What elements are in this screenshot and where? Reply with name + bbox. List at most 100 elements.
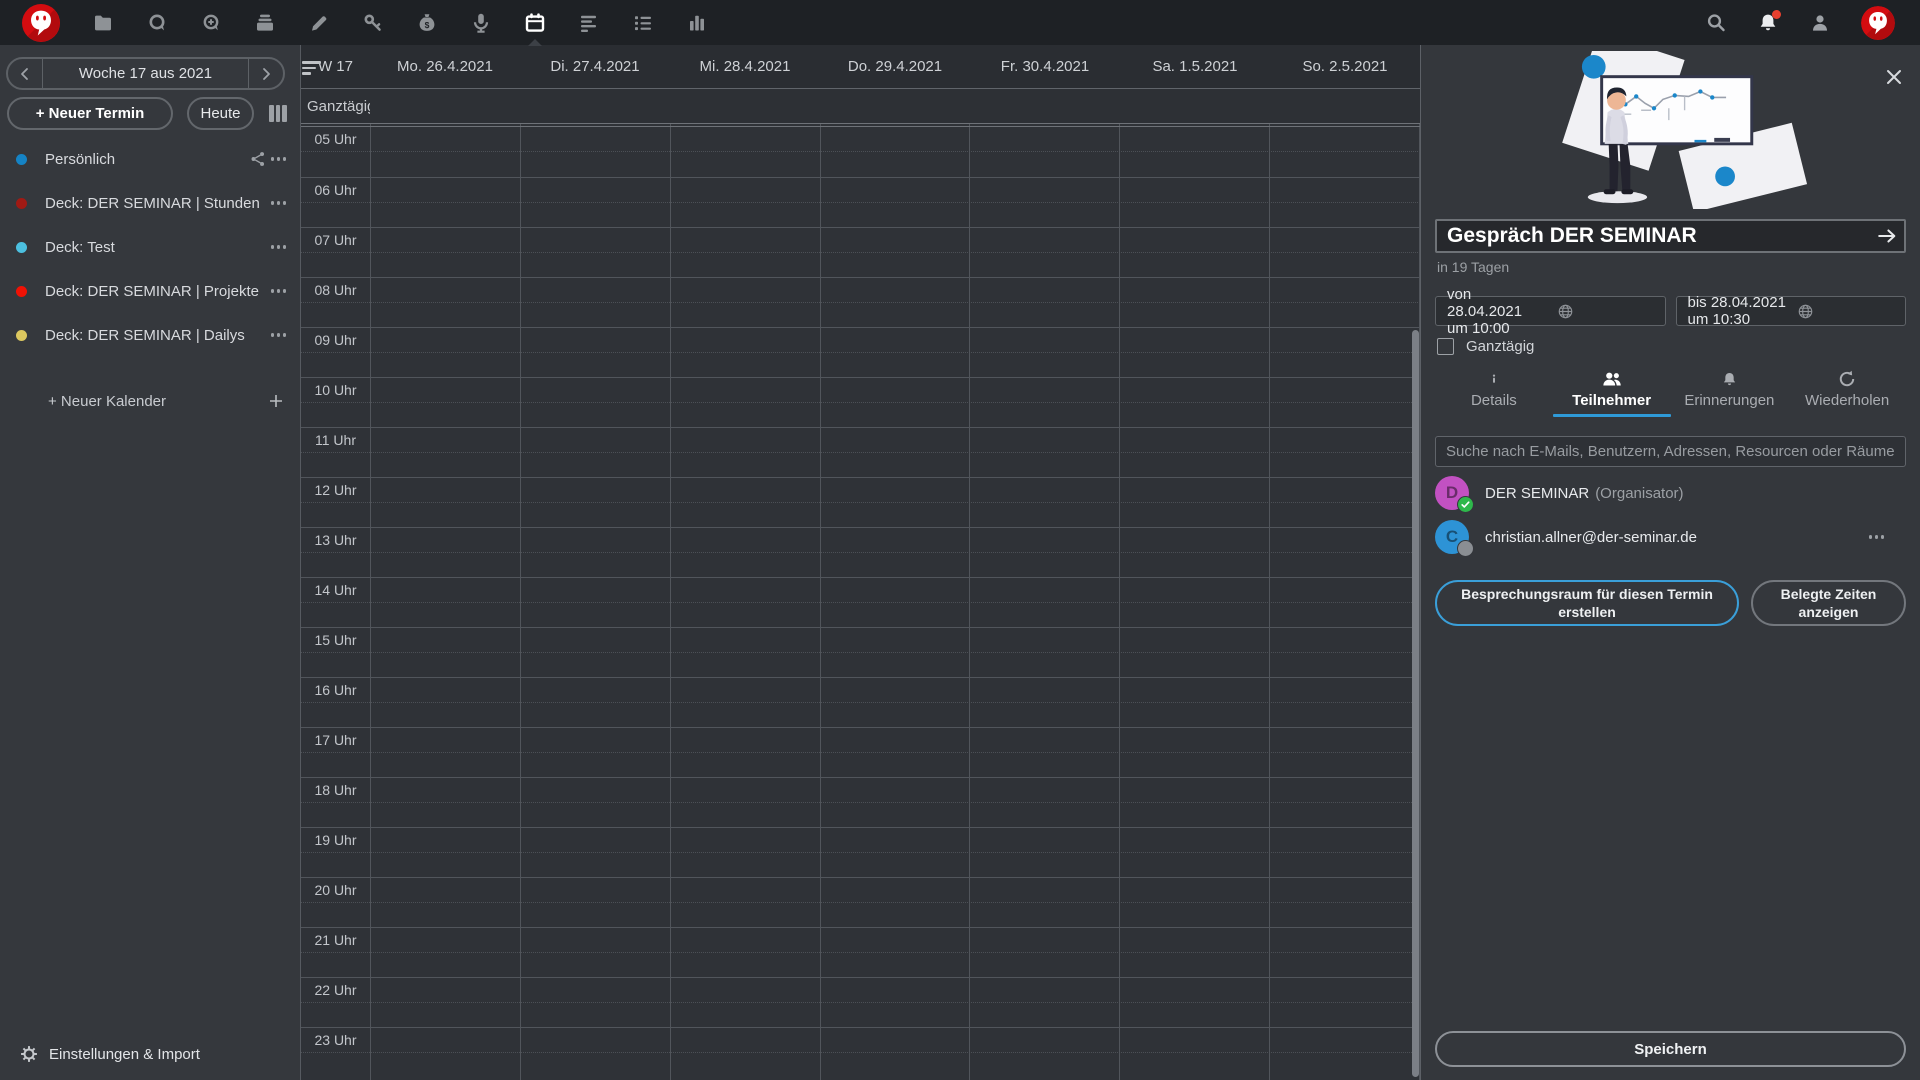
hour-row[interactable]: 05 Uhr xyxy=(301,127,1420,177)
week-view-icon[interactable] xyxy=(269,105,287,122)
tab-details[interactable]: Details xyxy=(1435,370,1553,417)
hour-row[interactable]: 22 Uhr xyxy=(301,977,1420,1027)
day-header[interactable]: Fr. 30.4.2021 xyxy=(970,45,1120,88)
hour-row[interactable]: 16 Uhr xyxy=(301,677,1420,727)
allday-cell[interactable] xyxy=(1270,89,1420,123)
hour-row[interactable]: 19 Uhr xyxy=(301,827,1420,877)
hour-row[interactable]: 15 Uhr xyxy=(301,627,1420,677)
hour-label: 12 Uhr xyxy=(314,482,357,498)
show-busy-times-button[interactable]: Belegte Zeiten anzeigen xyxy=(1751,580,1906,626)
calendar-header-row: W 17 Mo. 26.4.2021 Di. 27.4.2021 Mi. 28.4.… xyxy=(301,45,1420,89)
text-icon[interactable] xyxy=(578,12,600,34)
search-icon[interactable] xyxy=(1705,12,1727,34)
deck-icon[interactable] xyxy=(254,12,276,34)
calendar-menu-icon[interactable] xyxy=(270,289,286,293)
calendar-icon[interactable] xyxy=(524,12,546,46)
week-number-cell: W 17 xyxy=(301,45,370,88)
sidebar-resize-handle-icon[interactable] xyxy=(302,61,321,75)
event-title-input[interactable] xyxy=(1435,219,1906,253)
calendar-list-item[interactable]: Deck: DER SEMINAR | Projekte xyxy=(0,269,300,313)
allday-cell[interactable] xyxy=(970,89,1120,123)
today-button[interactable]: Heute xyxy=(187,97,254,130)
calendar-menu-icon[interactable] xyxy=(270,157,286,161)
attendee-search-row xyxy=(1435,436,1906,467)
microphone-icon[interactable] xyxy=(470,12,492,34)
talk-icon[interactable] xyxy=(146,12,168,34)
calendar-list-item[interactable]: Deck: Test xyxy=(0,225,300,269)
allday-cell[interactable] xyxy=(520,89,670,123)
attendee-search-input[interactable] xyxy=(1435,436,1906,467)
hour-row[interactable]: 06 Uhr xyxy=(301,177,1420,227)
tab-underline xyxy=(1435,414,1553,417)
hour-row[interactable]: 12 Uhr xyxy=(301,477,1420,527)
hour-grid[interactable]: 05 Uhr 06 Uhr 07 Uhr 08 Uhr 09 Uhr 10 Uhr 11 U… xyxy=(301,127,1420,1077)
nextcloud-logo[interactable] xyxy=(22,3,60,42)
day-header[interactable]: Di. 27.4.2021 xyxy=(520,45,670,88)
half-hour-line xyxy=(301,952,1420,953)
tab-erinnerungen[interactable]: Erinnerungen xyxy=(1671,370,1789,417)
hour-label: 09 Uhr xyxy=(314,332,357,348)
day-header[interactable]: So. 2.5.2021 xyxy=(1270,45,1420,88)
share-icon[interactable] xyxy=(245,150,271,168)
event-editor-panel: in 19 Tagen von 28.04.2021 um 10:00 bis … xyxy=(1420,45,1920,1080)
hour-row[interactable]: 21 Uhr xyxy=(301,927,1420,977)
end-date-button[interactable]: bis 28.04.2021 um 10:30 xyxy=(1675,294,1906,328)
next-week-button[interactable] xyxy=(249,59,283,88)
arrow-right-icon[interactable] xyxy=(1876,225,1898,247)
hour-row[interactable]: 14 Uhr xyxy=(301,577,1420,627)
user-avatar[interactable] xyxy=(1861,5,1895,40)
calendar-menu-icon[interactable] xyxy=(270,201,286,205)
start-date-button[interactable]: von 28.04.2021 um 10:00 xyxy=(1435,286,1666,337)
files-icon[interactable] xyxy=(92,12,114,34)
hour-row[interactable]: 11 Uhr xyxy=(301,427,1420,477)
key-icon[interactable] xyxy=(362,12,384,34)
save-button[interactable]: Speichern xyxy=(1435,1031,1906,1067)
money-bag-icon[interactable]: $ xyxy=(416,12,438,34)
hour-row[interactable]: 08 Uhr xyxy=(301,277,1420,327)
attendee-list: D DER SEMINAR (Organisator) Cchristian.alln… xyxy=(1435,471,1906,559)
hour-row[interactable]: 07 Uhr xyxy=(301,227,1420,277)
half-hour-line xyxy=(301,752,1420,753)
allday-row[interactable]: Ganztägig xyxy=(301,89,1420,123)
settings-import-button[interactable]: Einstellungen & Import xyxy=(0,1036,300,1072)
day-header[interactable]: Mi. 28.4.2021 xyxy=(670,45,820,88)
create-talk-room-button[interactable]: Besprechungsraum für diesen Termin erste… xyxy=(1435,580,1739,626)
day-header[interactable]: Do. 29.4.2021 xyxy=(820,45,970,88)
attendee-menu-icon[interactable] xyxy=(1868,535,1893,539)
hour-row[interactable]: 17 Uhr xyxy=(301,727,1420,777)
pencil-icon[interactable] xyxy=(308,12,330,34)
hour-row[interactable]: 23 Uhr xyxy=(301,1027,1420,1077)
hour-row[interactable]: 09 Uhr xyxy=(301,327,1420,377)
tasks-icon[interactable] xyxy=(632,12,654,34)
hour-label: 06 Uhr xyxy=(314,182,357,198)
allday-cell[interactable] xyxy=(670,89,820,123)
allday-cell[interactable] xyxy=(820,89,970,123)
day-header[interactable]: Sa. 1.5.2021 xyxy=(1120,45,1270,88)
allday-cell[interactable] xyxy=(1120,89,1270,123)
new-calendar-button[interactable]: + Neuer Kalender xyxy=(0,379,300,423)
grid-scrollbar[interactable] xyxy=(1412,330,1419,1077)
hour-row[interactable]: 10 Uhr xyxy=(301,377,1420,427)
day-header[interactable]: Mo. 26.4.2021 xyxy=(370,45,520,88)
analytics-icon[interactable] xyxy=(686,12,708,34)
hour-label: 10 Uhr xyxy=(314,382,357,398)
contacts-icon[interactable] xyxy=(1809,12,1831,34)
attendee-name: christian.allner@der-seminar.de xyxy=(1485,528,1697,546)
calendar-list-item[interactable]: Persönlich xyxy=(0,137,300,181)
hour-row[interactable]: 20 Uhr xyxy=(301,877,1420,927)
calendar-list-item[interactable]: Deck: DER SEMINAR | Stunden xyxy=(0,181,300,225)
calendar-menu-icon[interactable] xyxy=(270,333,286,337)
calendar-menu-icon[interactable] xyxy=(270,245,286,249)
week-number-label: W 17 xyxy=(317,58,353,75)
previous-week-button[interactable] xyxy=(8,59,42,88)
tab-wiederholen[interactable]: Wiederholen xyxy=(1788,370,1906,417)
calendar-list-item[interactable]: Deck: DER SEMINAR | Dailys xyxy=(0,313,300,357)
hour-row[interactable]: 18 Uhr xyxy=(301,777,1420,827)
hour-row[interactable]: 13 Uhr xyxy=(301,527,1420,577)
search-plus-icon[interactable] xyxy=(200,12,222,34)
allday-cell[interactable] xyxy=(370,89,520,123)
new-event-button[interactable]: + Neuer Termin xyxy=(7,97,173,130)
allday-checkbox[interactable] xyxy=(1437,338,1454,355)
notifications-bell-icon[interactable] xyxy=(1757,9,1781,34)
tab-teilnehmer[interactable]: Teilnehmer xyxy=(1552,370,1671,417)
